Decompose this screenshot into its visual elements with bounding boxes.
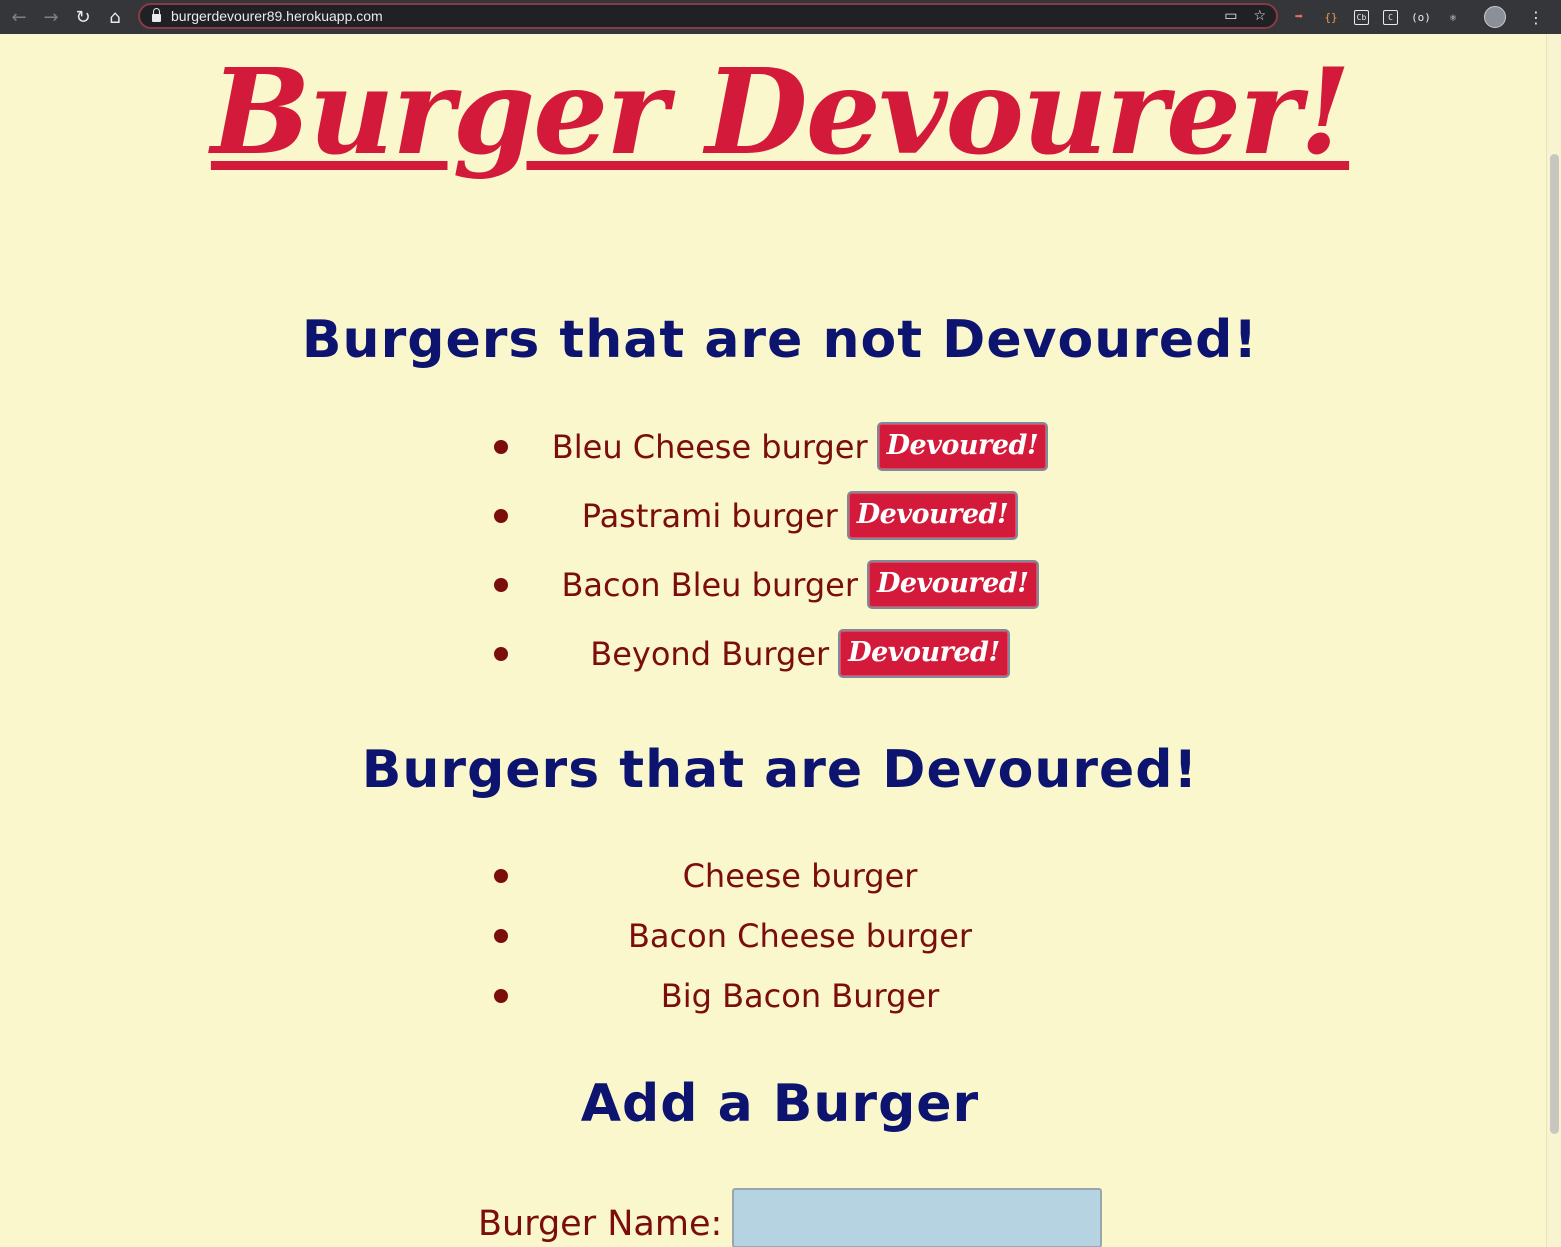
burger-name: Pastrami burger — [581, 496, 838, 535]
burger-name: Bacon Bleu burger — [561, 565, 858, 604]
devoured-heading: Burgers that are Devoured! — [361, 740, 1199, 800]
kebab-menu-icon[interactable]: ⋮ — [1528, 8, 1544, 27]
bullet-icon — [494, 646, 508, 661]
not-devoured-list: Bleu Cheese burger Devoured! Pastrami bu… — [0, 412, 1547, 688]
ext-cb-icon[interactable]: Cb — [1354, 9, 1369, 25]
bookmark-star-icon[interactable]: ☆ — [1253, 8, 1266, 24]
burger-name: Beyond Burger — [590, 634, 830, 673]
add-burger-heading: Add a Burger — [580, 1074, 980, 1134]
url-text[interactable]: burgerdevourer89.herokuapp.com — [171, 8, 383, 24]
list-item: Bacon Cheese burger — [0, 906, 1547, 966]
scrollbar-thumb[interactable] — [1550, 154, 1559, 1134]
list-item: Pastrami burger Devoured! — [0, 481, 1547, 550]
burger-name-label: Burger Name: — [478, 1204, 723, 1244]
list-item: Big Bacon Burger — [0, 966, 1547, 1026]
bullet-icon — [494, 989, 508, 1003]
bullet-icon — [494, 439, 508, 454]
devour-button[interactable]: Devoured! — [866, 560, 1039, 609]
list-item: Cheese burger — [0, 846, 1547, 906]
reload-icon[interactable]: ↻ — [70, 4, 96, 30]
ext-react-icon[interactable]: ⚛ — [1444, 8, 1462, 26]
burger-name: Bleu Cheese burger — [551, 427, 868, 466]
ext-arrow-icon[interactable]: ➡ — [1290, 8, 1308, 26]
not-devoured-heading: Burgers that are not Devoured! — [301, 310, 1259, 370]
ext-brackets-icon[interactable]: (o) — [1411, 8, 1431, 26]
devour-button[interactable]: Devoured! — [876, 422, 1049, 471]
address-bar[interactable]: burgerdevourer89.herokuapp.com ▭ ☆ — [138, 3, 1278, 29]
ext-braces-icon[interactable]: {} — [1322, 8, 1340, 26]
devoured-list: Cheese burger Bacon Cheese burger Big Ba… — [0, 846, 1547, 1026]
burger-name: Cheese burger — [682, 857, 918, 895]
burger-name: Big Bacon Burger — [660, 977, 940, 1015]
add-burger-form: Burger Name: — [478, 1188, 1103, 1247]
bullet-icon — [494, 869, 508, 883]
cast-icon[interactable]: ▭ — [1224, 8, 1237, 24]
bullet-icon — [494, 929, 508, 943]
home-icon[interactable]: ⌂ — [102, 4, 128, 30]
bullet-icon — [494, 508, 508, 523]
devour-button[interactable]: Devoured! — [846, 491, 1019, 540]
bullet-icon — [494, 577, 508, 592]
lock-icon — [152, 8, 161, 22]
browser-toolbar: ← → ↻ ⌂ burgerdevourer89.herokuapp.com ▭… — [0, 0, 1561, 34]
list-item: Beyond Burger Devoured! — [0, 619, 1547, 688]
list-item: Bleu Cheese burger Devoured! — [0, 412, 1547, 481]
ext-c-icon[interactable]: C — [1383, 9, 1398, 25]
scrollbar[interactable] — [1546, 34, 1561, 1247]
devour-button[interactable]: Devoured! — [838, 629, 1010, 678]
burger-name-input[interactable] — [732, 1188, 1103, 1247]
site-title: Burger Devourer! — [210, 42, 1351, 181]
page-content: Burger Devourer! Burgers that are not De… — [0, 34, 1547, 1247]
forward-icon[interactable]: → — [38, 4, 64, 30]
profile-avatar[interactable] — [1484, 6, 1506, 28]
burger-name: Bacon Cheese burger — [627, 917, 973, 955]
back-icon[interactable]: ← — [6, 4, 32, 30]
list-item: Bacon Bleu burger Devoured! — [0, 550, 1547, 619]
